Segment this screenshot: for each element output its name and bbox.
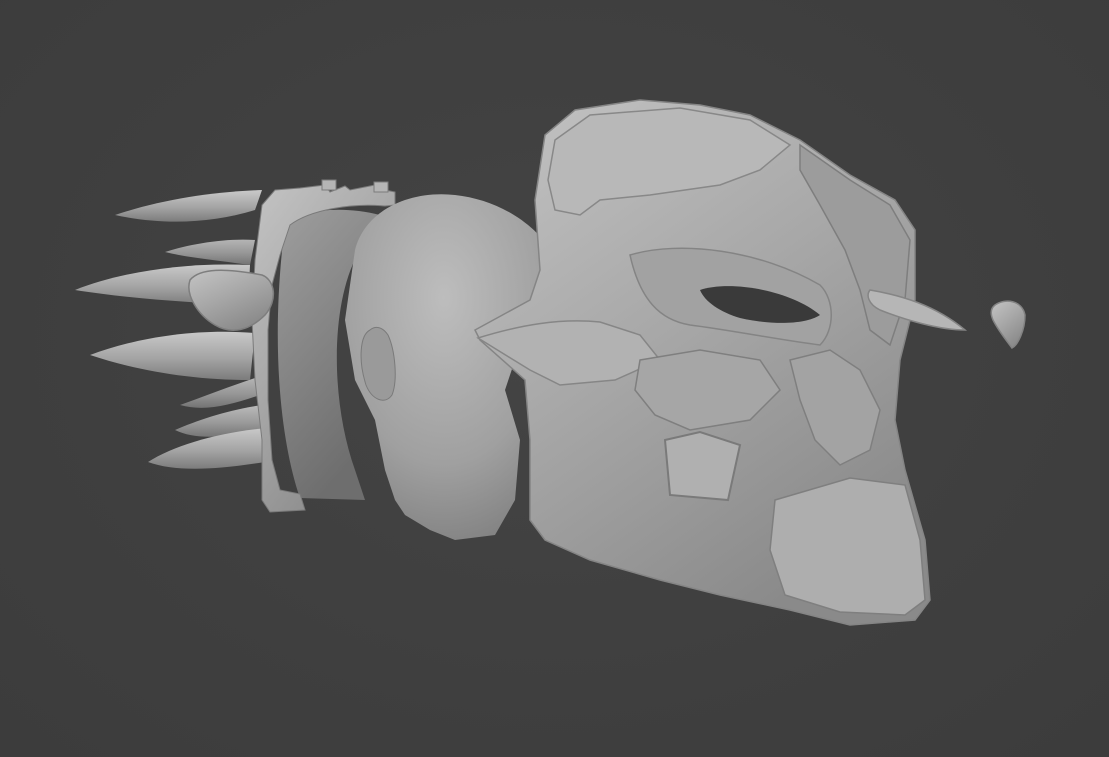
rim-notch-1 bbox=[321, 179, 337, 191]
3d-viewport[interactable] bbox=[0, 0, 1109, 757]
detached-horn-piece[interactable] bbox=[990, 300, 1026, 349]
sculpt-render bbox=[75, 99, 1026, 626]
spiked-back-armor[interactable] bbox=[75, 179, 396, 513]
rim-notch-2 bbox=[373, 181, 389, 193]
helmet-mask[interactable] bbox=[474, 99, 968, 626]
spike-1 bbox=[115, 190, 262, 222]
spike-back-1 bbox=[180, 378, 260, 408]
spike-top-rear bbox=[165, 239, 255, 265]
helmet-jaw-plate bbox=[769, 477, 926, 616]
spike-3 bbox=[90, 331, 255, 380]
helmet-pentagon-detail bbox=[663, 430, 742, 502]
